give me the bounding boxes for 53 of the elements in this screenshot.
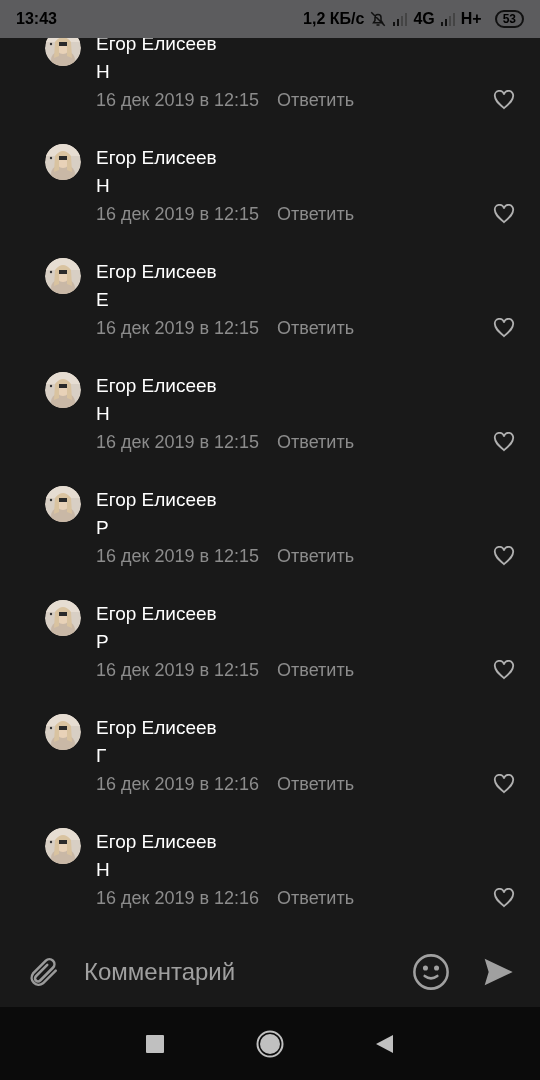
stop-square-icon[interactable] [146, 1034, 164, 1053]
network-type: 4G [413, 9, 435, 29]
reply-button[interactable]: Ответить [277, 200, 355, 228]
author-name[interactable]: Егор Елисеев [96, 258, 515, 286]
home-circle-icon[interactable] [256, 1029, 284, 1058]
send-icon[interactable] [482, 956, 514, 988]
comment-text: Н [96, 60, 111, 84]
reply-button[interactable]: Ответить [277, 314, 355, 342]
signal-icon [439, 12, 456, 26]
comment-date: 16 дек 2019 в 12:16 [96, 887, 260, 910]
comment-text: Н [96, 858, 111, 882]
heart-icon[interactable] [493, 774, 515, 794]
reply-button[interactable]: Ответить [277, 770, 355, 798]
signal-icon [392, 12, 409, 26]
author-name[interactable]: Егор Елисеев [96, 486, 515, 514]
reply-button[interactable]: Ответить [277, 428, 355, 456]
comment-text: Г [96, 744, 108, 768]
comment-input[interactable]: Комментарий [84, 954, 412, 990]
heart-icon[interactable] [493, 204, 515, 224]
author-name[interactable]: Егор Елисеев [96, 828, 515, 856]
smiley-icon[interactable] [412, 953, 450, 991]
comment-date: 16 дек 2019 в 12:15 [96, 317, 260, 340]
network-speed: 1,2 КБ/с [303, 9, 365, 29]
heart-icon[interactable] [493, 660, 515, 680]
heart-icon[interactable] [493, 888, 515, 908]
author-name[interactable]: Егор Елисеев [96, 372, 515, 400]
comment-text: Р [96, 516, 110, 540]
author-name[interactable]: Егор Елисеев [96, 714, 515, 742]
reply-button[interactable]: Ответить [277, 86, 355, 114]
comment-date: 16 дек 2019 в 12:15 [96, 89, 260, 112]
reply-button[interactable]: Ответить [277, 542, 355, 570]
network-type: H+ [460, 9, 482, 29]
author-name[interactable]: Егор Елисеев [96, 600, 515, 628]
comment-date: 16 дек 2019 в 12:15 [96, 659, 260, 682]
comment-text: Н [96, 402, 111, 426]
comment-date: 16 дек 2019 в 12:15 [96, 545, 260, 568]
comment-date: 16 дек 2019 в 12:15 [96, 203, 260, 226]
reply-button[interactable]: Ответить [277, 884, 355, 912]
clock: 13:43 [16, 9, 57, 29]
heart-icon[interactable] [493, 318, 515, 338]
battery-indicator: 53 [494, 10, 524, 28]
back-icon[interactable] [376, 1033, 394, 1054]
comment-text: Н [96, 174, 111, 198]
reply-button[interactable]: Ответить [277, 656, 355, 684]
bell-off-icon [369, 10, 388, 28]
comment-date: 16 дек 2019 в 12:15 [96, 431, 260, 454]
comment-date: 16 дек 2019 в 12:16 [96, 773, 260, 796]
heart-icon[interactable] [493, 90, 515, 110]
comment-text: Р [96, 630, 110, 654]
heart-icon[interactable] [493, 546, 515, 566]
comment-text: Е [96, 288, 110, 312]
heart-icon[interactable] [493, 432, 515, 452]
author-name[interactable]: Егор Елисеев [96, 144, 515, 172]
